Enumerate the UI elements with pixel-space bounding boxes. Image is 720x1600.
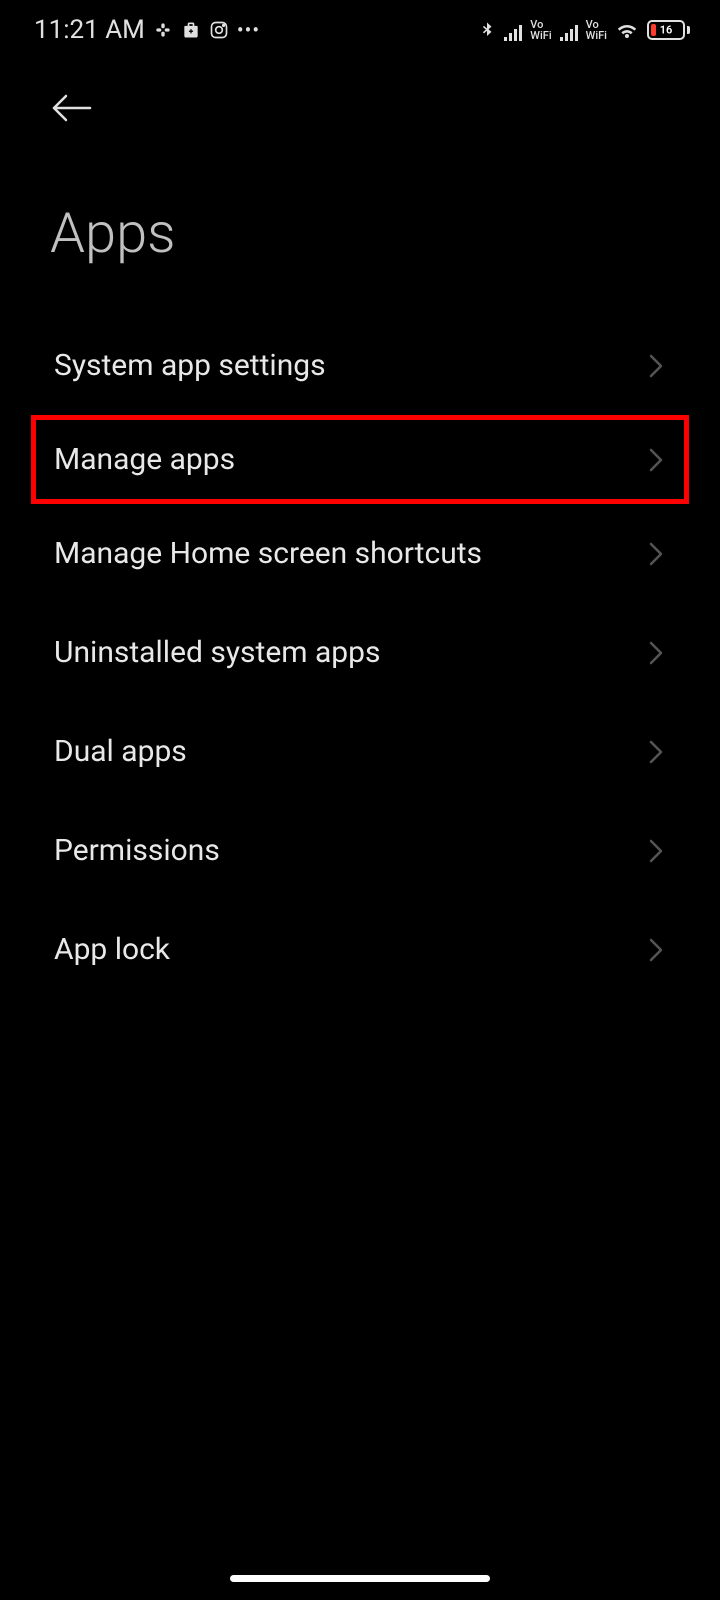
settings-item-label: Manage apps <box>54 442 235 477</box>
chevron-right-icon <box>648 640 664 666</box>
settings-item-system-app-settings[interactable]: System app settings <box>36 316 684 415</box>
header <box>0 60 720 140</box>
wifi-icon <box>615 20 639 40</box>
signal-icon-2: VoWiFi <box>560 19 607 41</box>
settings-item-label: App lock <box>54 932 170 967</box>
back-button[interactable] <box>50 90 94 126</box>
status-bar-right: VoWiFi VoWiFi 16 <box>478 18 690 42</box>
settings-item-label: Manage Home screen shortcuts <box>54 536 482 571</box>
settings-item-manage-home-shortcuts[interactable]: Manage Home screen shortcuts <box>36 504 684 603</box>
status-bar-left: 11:21 AM ••• <box>34 15 260 45</box>
settings-item-label: Dual apps <box>54 734 187 769</box>
settings-item-permissions[interactable]: Permissions <box>36 801 684 900</box>
store-icon <box>181 20 201 40</box>
bluetooth-icon <box>478 18 496 42</box>
chevron-right-icon <box>648 937 664 963</box>
chevron-right-icon <box>648 541 664 567</box>
slack-icon <box>153 20 173 40</box>
page-title: Apps <box>0 140 720 316</box>
signal-icon-1: VoWiFi <box>504 19 551 41</box>
vowifi-label-1: VoWiFi <box>530 19 551 41</box>
battery-level: 16 <box>660 24 673 37</box>
settings-list: System app settings Manage apps Manage H… <box>0 316 720 999</box>
settings-item-app-lock[interactable]: App lock <box>36 900 684 999</box>
chevron-right-icon <box>648 739 664 765</box>
battery-indicator: 16 <box>647 20 690 40</box>
status-time: 11:21 AM <box>34 15 145 45</box>
status-bar: 11:21 AM ••• VoWiFi VoWiFi 16 <box>0 0 720 60</box>
settings-item-label: Uninstalled system apps <box>54 635 380 670</box>
instagram-icon <box>209 20 229 40</box>
vowifi-label-2: VoWiFi <box>586 19 607 41</box>
home-indicator[interactable] <box>230 1575 490 1582</box>
chevron-right-icon <box>648 447 664 473</box>
chevron-right-icon <box>648 838 664 864</box>
settings-item-dual-apps[interactable]: Dual apps <box>36 702 684 801</box>
chevron-right-icon <box>648 353 664 379</box>
more-icon: ••• <box>237 18 260 42</box>
settings-item-label: System app settings <box>54 348 326 383</box>
settings-item-manage-apps[interactable]: Manage apps <box>31 415 689 504</box>
settings-item-label: Permissions <box>54 833 220 868</box>
settings-item-uninstalled-system-apps[interactable]: Uninstalled system apps <box>36 603 684 702</box>
